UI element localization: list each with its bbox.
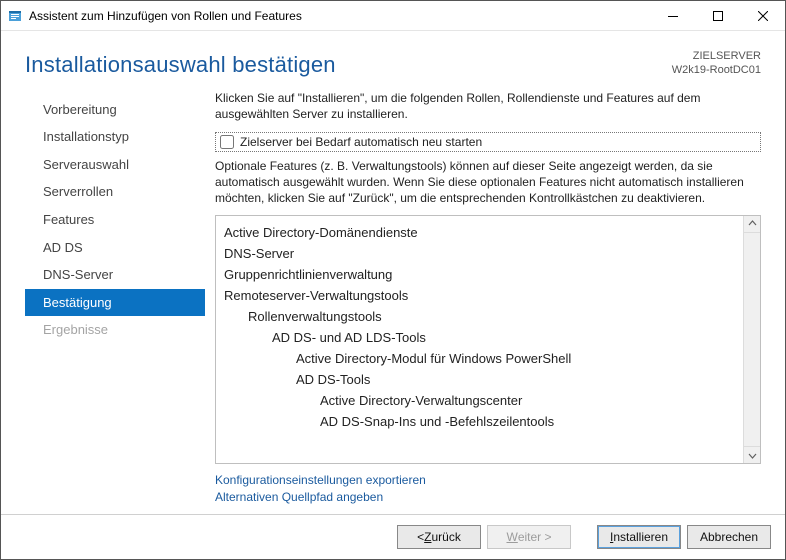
close-icon	[758, 11, 768, 21]
list-item[interactable]: Active Directory-Verwaltungscenter	[224, 390, 735, 411]
sidebar-item-bestaetigung[interactable]: Bestätigung	[25, 289, 205, 317]
list-item[interactable]: Active Directory-Domänendienste	[224, 222, 735, 243]
sidebar-item-ad-ds[interactable]: AD DS	[25, 234, 205, 262]
app-icon	[7, 8, 23, 24]
sidebar-item-features[interactable]: Features	[25, 206, 205, 234]
maximize-button[interactable]	[695, 1, 740, 31]
export-settings-link[interactable]: Konfigurationseinstellungen exportieren	[215, 472, 761, 489]
list-item[interactable]: AD DS- und AD LDS-Tools	[224, 327, 735, 348]
sidebar-item-ergebnisse: Ergebnisse	[25, 316, 205, 344]
list-item[interactable]: Remoteserver-Verwaltungstools	[224, 285, 735, 306]
sidebar-item-dns-server[interactable]: DNS-Server	[25, 261, 205, 289]
close-button[interactable]	[740, 1, 785, 31]
wizard-footer: < Zurück Weiter > Installieren Abbrechen	[1, 514, 785, 559]
auto-restart-label: Zielserver bei Bedarf automatisch neu st…	[240, 135, 482, 149]
scroll-up-button[interactable]	[744, 216, 760, 233]
auto-restart-checkbox[interactable]	[220, 135, 234, 149]
intro-text: Klicken Sie auf "Installieren", um die f…	[215, 90, 761, 122]
chevron-up-icon	[748, 219, 757, 228]
cancel-button[interactable]: Abbrechen	[687, 525, 771, 549]
scroll-down-button[interactable]	[744, 446, 760, 463]
wizard-steps-sidebar: Vorbereitung Installationstyp Serverausw…	[25, 90, 205, 506]
scroll-track[interactable]	[744, 233, 760, 447]
action-links: Konfigurationseinstellungen exportieren …	[215, 464, 761, 506]
sidebar-item-serverauswahl[interactable]: Serverauswahl	[25, 151, 205, 179]
alt-source-path-link[interactable]: Alternativen Quellpfad angeben	[215, 489, 761, 506]
main-area: Vorbereitung Installationstyp Serverausw…	[1, 90, 785, 514]
minimize-icon	[668, 11, 678, 21]
selection-list: Active Directory-Domänendienste DNS-Serv…	[216, 216, 743, 464]
sidebar-item-installationstyp[interactable]: Installationstyp	[25, 123, 205, 151]
window-title: Assistent zum Hinzufügen von Rollen und …	[29, 9, 302, 23]
target-server-name: W2k19-RootDC01	[672, 63, 761, 77]
list-item[interactable]: Gruppenrichtlinienverwaltung	[224, 264, 735, 285]
target-server-info: ZIELSERVER W2k19-RootDC01	[672, 49, 761, 78]
list-item[interactable]: AD DS-Snap-Ins und -Befehlszeilentools	[224, 411, 735, 432]
optional-features-note: Optionale Features (z. B. Verwaltungstoo…	[215, 158, 761, 207]
maximize-icon	[713, 11, 723, 21]
install-button[interactable]: Installieren	[597, 525, 681, 549]
list-item[interactable]: DNS-Server	[224, 243, 735, 264]
sidebar-item-vorbereitung[interactable]: Vorbereitung	[25, 96, 205, 124]
sidebar-item-serverrollen[interactable]: Serverrollen	[25, 178, 205, 206]
auto-restart-checkbox-row[interactable]: Zielserver bei Bedarf automatisch neu st…	[215, 132, 761, 152]
chevron-down-icon	[748, 451, 757, 460]
list-item[interactable]: Active Directory-Modul für Windows Power…	[224, 348, 735, 369]
selection-listbox: Active Directory-Domänendienste DNS-Serv…	[215, 215, 761, 465]
back-button[interactable]: < Zurück	[397, 525, 481, 549]
listbox-scrollbar[interactable]	[743, 216, 760, 464]
list-item[interactable]: Rollenverwaltungstools	[224, 306, 735, 327]
next-button: Weiter >	[487, 525, 571, 549]
list-item[interactable]: AD DS-Tools	[224, 369, 735, 390]
content-pane: Klicken Sie auf "Installieren", um die f…	[205, 90, 761, 506]
page-title: Installationsauswahl bestätigen	[25, 52, 336, 78]
title-bar: Assistent zum Hinzufügen von Rollen und …	[1, 1, 785, 31]
minimize-button[interactable]	[650, 1, 695, 31]
page-header: Installationsauswahl bestätigen ZIELSERV…	[1, 31, 785, 90]
target-server-label: ZIELSERVER	[672, 49, 761, 63]
